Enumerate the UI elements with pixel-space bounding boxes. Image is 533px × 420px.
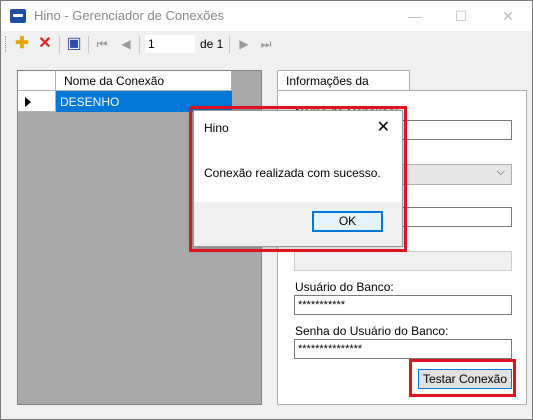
title-bar: Hino - Gerenciador de Conexões — ☐ ✕: [1, 1, 532, 31]
toolbar-separator: [229, 36, 230, 54]
chevron-down-icon: ⌵: [496, 166, 505, 178]
db-user-label: Usuário do Banco:: [295, 280, 394, 294]
add-icon[interactable]: ✚: [13, 35, 31, 53]
dialog-highlight: [189, 106, 407, 252]
database-field: [294, 251, 512, 271]
tab-connection-info[interactable]: Informações da Conexão: [277, 70, 410, 102]
column-header-connection-name[interactable]: Nome da Conexão: [56, 71, 232, 91]
db-password-field[interactable]: ***************: [294, 339, 512, 359]
record-position-input[interactable]: [145, 35, 195, 53]
grid-corner-header[interactable]: [18, 71, 56, 91]
toolbar-separator: [139, 36, 140, 54]
main-window: Hino - Gerenciador de Conexões — ☐ ✕ ✚ ✕…: [0, 0, 533, 420]
test-button-highlight: [409, 359, 516, 397]
db-password-label: Senha do Usuário do Banco:: [295, 324, 449, 338]
toolbar-separator: [88, 36, 89, 54]
close-button[interactable]: ✕: [485, 1, 531, 31]
minimize-button[interactable]: —: [392, 1, 438, 31]
app-icon: [10, 9, 26, 23]
window-title: Hino - Gerenciador de Conexões: [34, 8, 225, 23]
delete-icon[interactable]: ✕: [36, 35, 54, 53]
save-icon[interactable]: ▣: [65, 35, 83, 53]
row-header[interactable]: [18, 91, 56, 112]
toolbar-separator: [59, 36, 60, 54]
last-record-icon[interactable]: ⏭: [257, 35, 275, 53]
maximize-button[interactable]: ☐: [438, 1, 484, 31]
current-row-arrow-icon: [25, 97, 31, 107]
previous-record-icon[interactable]: ◀: [117, 35, 135, 53]
record-count-label: de 1: [200, 37, 224, 51]
first-record-icon[interactable]: ⏮: [93, 35, 111, 53]
db-user-field[interactable]: ***********: [294, 295, 512, 315]
next-record-icon[interactable]: ▶: [235, 35, 253, 53]
toolbar-grip: [5, 36, 8, 52]
